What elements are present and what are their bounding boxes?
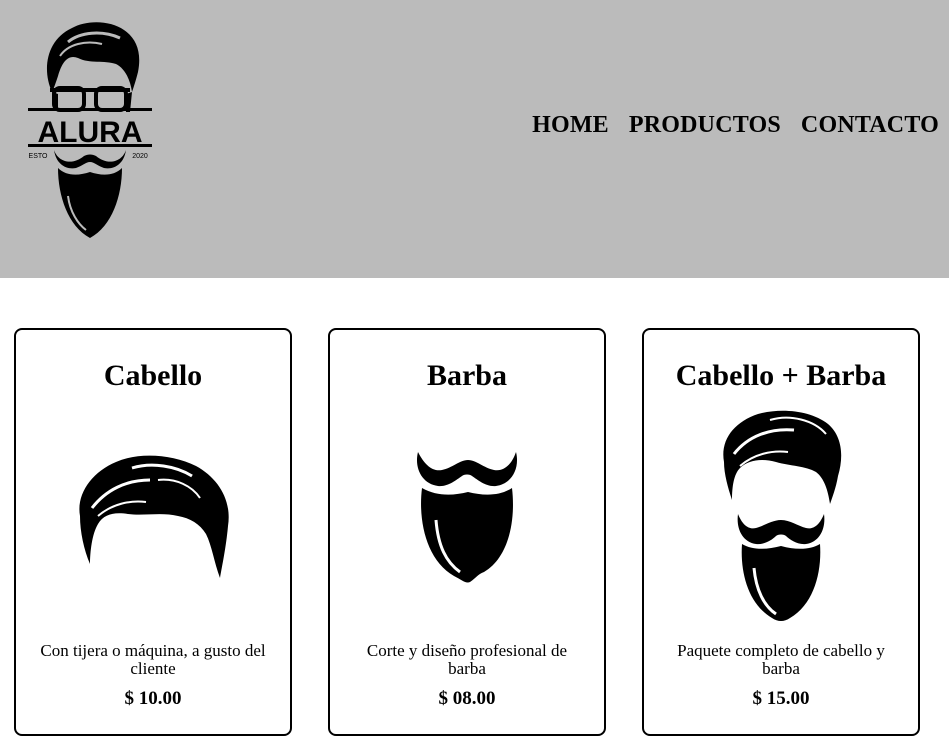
nav-home-link[interactable]: HOME [532, 112, 609, 139]
site-header: ALURA ESTO 2020 HOME PRODUCTOS CONTACTO [0, 0, 949, 278]
product-description: Corte y diseño profesional de barba [366, 641, 568, 678]
main-nav: HOME PRODUCTOS CONTACTO [532, 112, 939, 139]
product-image [330, 450, 604, 584]
logo-esto-text: ESTO [29, 153, 48, 160]
product-price: $ 15.00 [752, 688, 810, 709]
product-card-cabello-barba[interactable]: Cabello + Barba Paquete completo de cabe… [642, 328, 920, 736]
product-image [16, 454, 290, 578]
product-title: Cabello [103, 359, 203, 392]
alura-logo[interactable]: ALURA ESTO 2020 [24, 20, 156, 242]
hair-and-beard-icon [723, 410, 842, 621]
logo-year-text: 2020 [132, 153, 148, 160]
product-title: Cabello + Barba [675, 359, 887, 392]
product-image [644, 410, 918, 622]
product-card-barba[interactable]: Barba Corte y diseño profesional de barb… [328, 328, 606, 736]
hair-icon [79, 455, 229, 578]
product-price: $ 08.00 [438, 688, 496, 709]
product-description: Paquete completo de cabello y barba [677, 641, 885, 678]
bearded-man-logo-icon: ALURA ESTO 2020 [28, 22, 152, 238]
product-title: Barba [426, 359, 507, 392]
nav-productos-link[interactable]: PRODUCTOS [629, 112, 781, 139]
nav-contacto-link[interactable]: CONTACTO [801, 112, 939, 139]
product-card-cabello[interactable]: Cabello Con tijera o máquina, a gusto de… [14, 328, 292, 736]
product-price: $ 10.00 [124, 688, 182, 709]
product-description: Con tijera o máquina, a gusto del client… [40, 641, 266, 678]
beard-icon [416, 452, 518, 583]
